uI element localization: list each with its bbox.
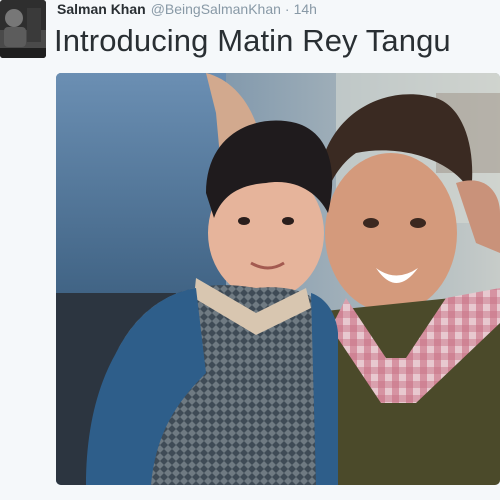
- author-name[interactable]: Salman Khan: [57, 0, 146, 18]
- author-handle[interactable]: @BeingSalmanKhan: [151, 0, 281, 18]
- tweet-text: Introducing Matin Rey Tangu: [54, 23, 451, 58]
- photo-image: [56, 73, 500, 485]
- tweet: Salman Khan @BeingSalmanKhan · 14h Intro…: [0, 0, 500, 500]
- avatar-photo-icon: [0, 0, 46, 58]
- tweet-photo[interactable]: [56, 73, 500, 485]
- tweet-timestamp[interactable]: 14h: [294, 0, 317, 18]
- author-avatar[interactable]: [0, 0, 46, 58]
- tweet-header: Salman Khan @BeingSalmanKhan · 14h: [57, 0, 317, 18]
- separator-dot: ·: [284, 1, 290, 17]
